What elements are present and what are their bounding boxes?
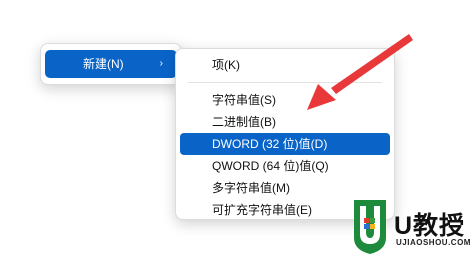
watermark-url: UJIAOSHOU.COM: [396, 238, 471, 247]
shield-logo-icon: [354, 200, 386, 254]
watermark-logo: U教授 UJIAOSHOU.COM: [350, 196, 471, 258]
watermark-brand: U教授: [394, 212, 466, 240]
